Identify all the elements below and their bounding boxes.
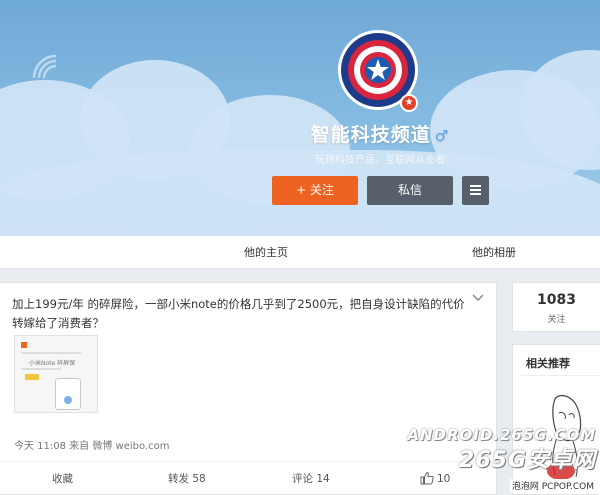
profile-name-text: 智能科技频道: [310, 124, 431, 146]
gender-male-icon: ♂: [434, 127, 450, 145]
related-title: 相关推荐: [526, 357, 570, 370]
chevron-down-icon[interactable]: [472, 291, 484, 305]
comment-button[interactable]: 评论 14: [292, 462, 330, 495]
image-dot: [64, 396, 72, 404]
watermark-line3: 泡泡网 PCPOP.COM: [509, 479, 596, 492]
post-image[interactable]: 小米Note 碎屏保: [14, 335, 98, 413]
profile-tabs: 他的主页 他的相册: [0, 236, 600, 269]
tab-home[interactable]: 他的主页: [244, 236, 288, 269]
watermark: ANDROID.265G.COM 265G安卓网 泡泡网 PCPOP.COM: [407, 426, 596, 493]
repost-button[interactable]: 转发 58: [168, 462, 206, 495]
profile-name: 智能科技频道 ♂: [0, 120, 600, 147]
image-line: [21, 368, 61, 370]
collect-button[interactable]: 收藏: [52, 462, 73, 495]
profile-bio: 玩转科技产品，互联网从业者: [315, 155, 445, 166]
image-price-tag: [25, 374, 39, 380]
verified-badge-icon: ★: [400, 94, 418, 112]
following-count: 1083: [537, 292, 576, 308]
follow-button[interactable]: + 关注: [272, 176, 358, 205]
watermark-line2: 265G安卓网: [459, 448, 596, 473]
divider: [521, 375, 600, 376]
image-phone: [55, 378, 81, 410]
following-stat[interactable]: 1083 关注: [512, 282, 600, 332]
following-label: 关注: [547, 315, 566, 325]
signal-icon: [32, 54, 57, 79]
image-logo: [21, 342, 27, 348]
post-text: 加上199元/年 的碎屏险，一部小米note的价格几乎到了2500元，把自身设计…: [12, 297, 465, 330]
image-line: [21, 352, 81, 354]
menu-icon: [462, 176, 489, 195]
more-menu-button[interactable]: [462, 176, 489, 205]
image-caption: 小米Note 碎屏保: [29, 360, 76, 367]
tab-album[interactable]: 他的相册: [472, 236, 516, 269]
post-meta: 今天 11:08 来自 微博 weibo.com: [14, 441, 170, 452]
message-button[interactable]: 私信: [367, 176, 453, 205]
